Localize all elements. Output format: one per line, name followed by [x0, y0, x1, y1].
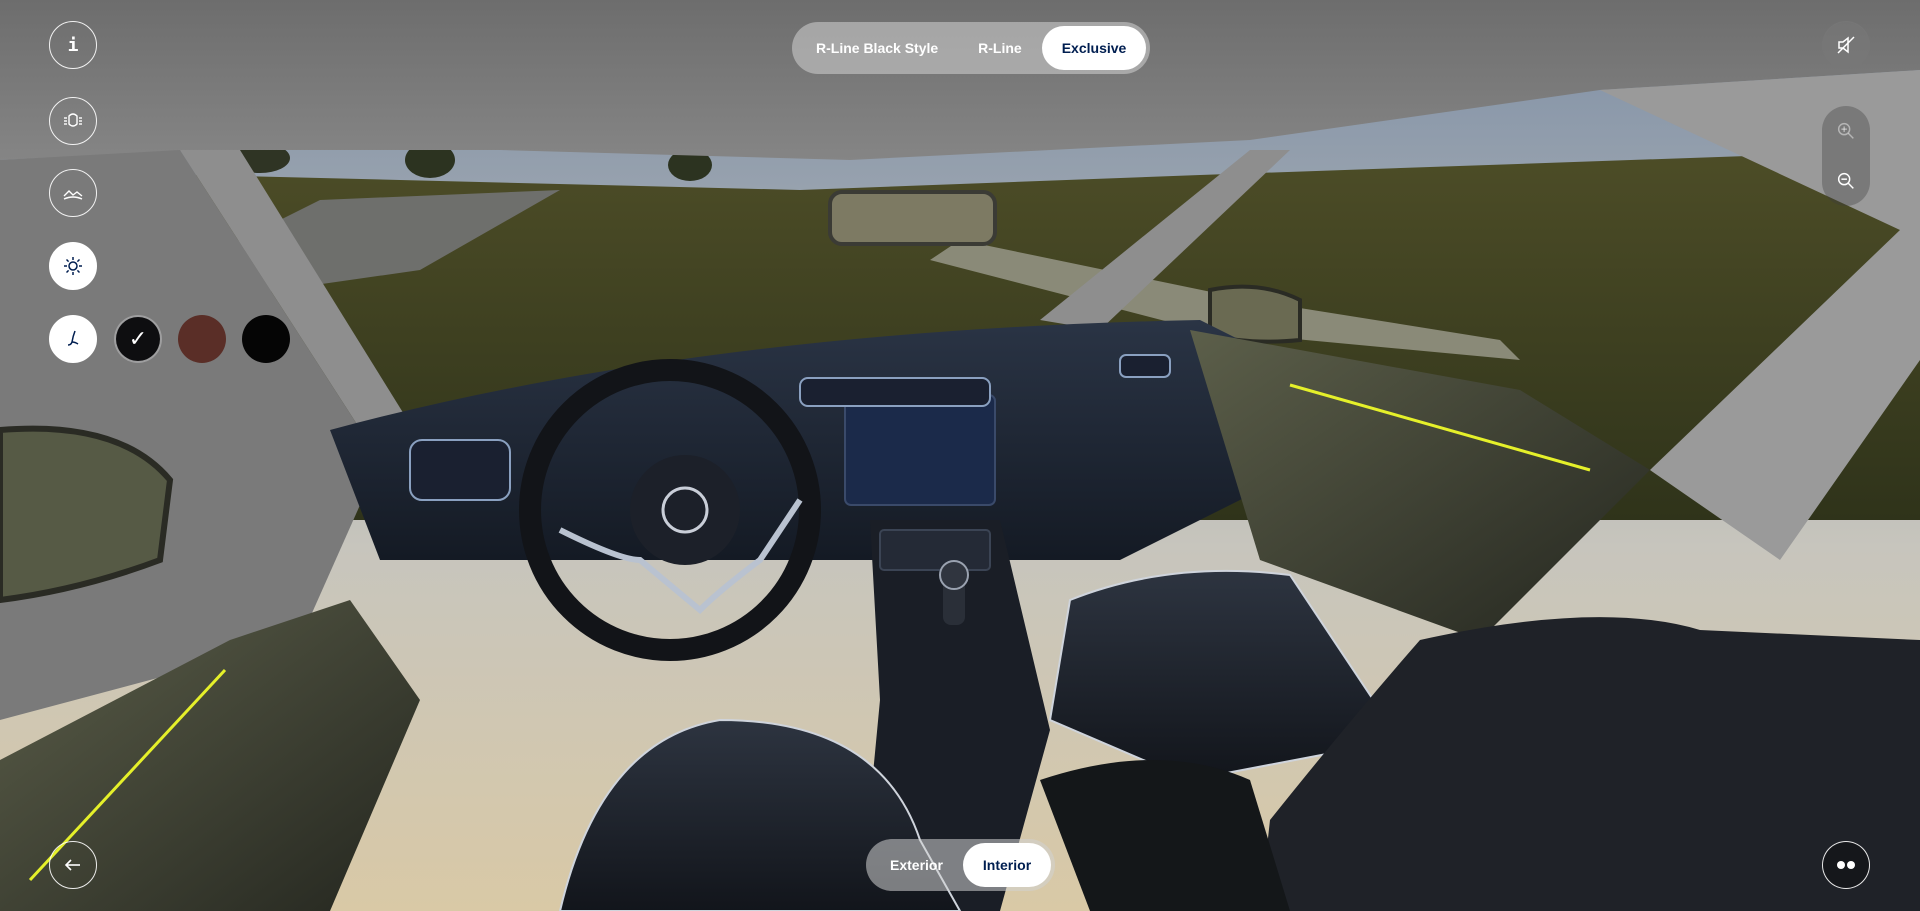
car-lights-icon	[64, 113, 82, 127]
upholstery-swatch-black[interactable]	[242, 315, 290, 363]
rear-view-mirror	[828, 190, 997, 246]
infotainment-screen	[844, 394, 996, 506]
air-vent	[409, 439, 511, 501]
upholstery-swatch-brown[interactable]	[178, 315, 226, 363]
zoom-out-button[interactable]	[1830, 165, 1862, 197]
back-arrow-icon	[64, 859, 80, 871]
gear-knob	[939, 560, 969, 590]
trim-selector: R-Line Black Style R-Line Exclusive	[792, 22, 1151, 74]
air-vent	[799, 377, 991, 407]
environment-button[interactable]	[49, 169, 97, 217]
air-vent	[1119, 354, 1171, 378]
view-option-interior[interactable]: Interior	[962, 843, 1052, 887]
climate-panel	[879, 529, 991, 571]
view-option-exterior[interactable]: Exterior	[870, 843, 963, 887]
checkmark-icon: ✓	[128, 326, 148, 352]
trim-option-exclusive[interactable]: Exclusive	[1041, 26, 1147, 70]
view-selector: Exterior Interior	[866, 839, 1056, 891]
trim-option-r-line-black-style[interactable]: R-Line Black Style	[796, 26, 958, 70]
info-icon: i	[67, 34, 79, 56]
zoom-in-icon	[1837, 122, 1854, 139]
trim-option-r-line[interactable]: R-Line	[958, 26, 1042, 70]
upholstery-button[interactable]	[49, 315, 97, 363]
vr-glasses-icon	[1837, 861, 1855, 869]
brightness-button[interactable]	[49, 242, 97, 290]
mute-icon	[1837, 36, 1855, 54]
landscape-icon	[63, 190, 83, 200]
mute-button[interactable]	[1822, 21, 1870, 69]
info-button[interactable]: i	[49, 21, 97, 69]
zoom-out-icon	[1837, 172, 1854, 189]
zoom-controls	[1822, 106, 1870, 206]
zoom-in-button[interactable]	[1830, 115, 1862, 147]
steering-wheel-hub	[630, 455, 740, 565]
back-button[interactable]	[49, 841, 97, 889]
upholstery-swatch-black-selected[interactable]: ✓	[114, 315, 162, 363]
lights-button[interactable]	[49, 97, 97, 145]
vr-mode-button[interactable]	[1822, 841, 1870, 889]
seat-icon	[67, 330, 79, 346]
interior-360-view[interactable]	[0, 0, 1920, 911]
sun-brightness-icon	[64, 257, 82, 275]
